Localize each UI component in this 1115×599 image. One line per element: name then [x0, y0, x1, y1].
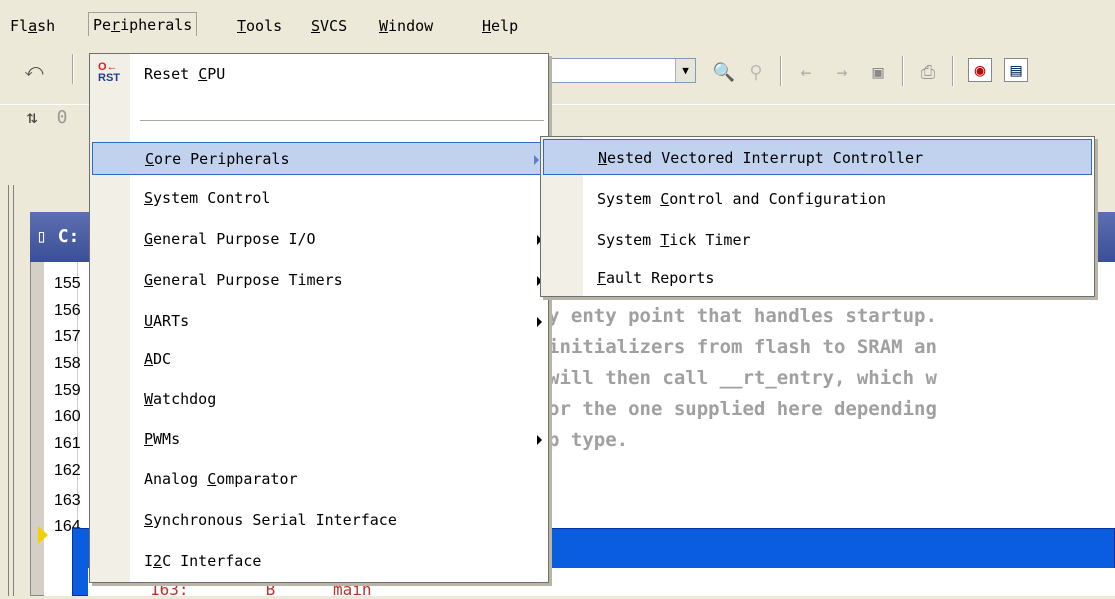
- file-icon: ▯: [36, 226, 58, 247]
- menu-item-ssi[interactable]: Synchronous Serial Interface: [90, 504, 548, 537]
- menu-item-reset-cpu[interactable]: Reset CPU: [90, 58, 548, 91]
- line-number: 156: [54, 302, 81, 319]
- current-line-arrow-icon: [38, 526, 48, 544]
- forward-icon[interactable]: →: [830, 60, 854, 84]
- menu-item-watchdog[interactable]: Watchdog: [90, 383, 548, 416]
- line-number: 157: [54, 328, 81, 345]
- menu-item-pwms[interactable]: PWMs: [90, 423, 548, 456]
- menu-item-analog-comparator[interactable]: Analog Comparator: [90, 463, 548, 496]
- back-icon[interactable]: ←: [794, 60, 818, 84]
- menu-item-gp-timers[interactable]: General Purpose Timers: [90, 264, 548, 297]
- rebuild-icon[interactable]: ⇅: [20, 105, 44, 129]
- peripherals-menu: O← RST Reset CPU Core Peripherals System …: [89, 53, 549, 583]
- find-combo-input[interactable]: ▼: [536, 58, 696, 83]
- submenu-arrow-icon: [537, 435, 542, 445]
- line-number: 162: [54, 462, 81, 479]
- menu-item-gpio[interactable]: General Purpose I/O: [90, 223, 548, 256]
- window-icon[interactable]: ▤: [1004, 58, 1028, 82]
- line-number: 161: [54, 435, 81, 452]
- chevron-down-icon[interactable]: ▼: [675, 59, 695, 82]
- undo-icon[interactable]: ⤺: [22, 58, 46, 82]
- line-number: 159: [54, 382, 81, 399]
- build-icon[interactable]: 0: [50, 105, 74, 129]
- code-line: will then call __rt_entry, which w: [548, 367, 937, 389]
- toolbar-separator: [72, 54, 74, 84]
- submenu-item-system-tick-timer[interactable]: System Tick Timer: [541, 222, 1094, 258]
- splitter-handle[interactable]: [8, 185, 14, 596]
- menu-bar: Flash Peripherals Tools SVCS Window Help: [0, 0, 1115, 40]
- menu-peripherals[interactable]: Peripherals: [88, 12, 198, 36]
- menu-item-adc[interactable]: ADC: [90, 343, 548, 376]
- menu-item-uarts[interactable]: UARTs: [90, 305, 548, 338]
- submenu-arrow-icon: [537, 317, 542, 327]
- menu-help[interactable]: Help: [478, 14, 522, 38]
- core-peripherals-submenu: Nested Vectored Interrupt Controller Sys…: [540, 136, 1095, 297]
- code-line: or the one supplied here depending: [548, 398, 937, 420]
- toolbar-separator: [952, 56, 954, 86]
- menu-separator: [140, 120, 544, 121]
- find-in-files-icon[interactable]: ⚲: [744, 60, 768, 84]
- debug-icon[interactable]: ◉: [968, 58, 992, 82]
- submenu-item-system-control-config[interactable]: System Control and Configuration: [541, 181, 1094, 217]
- menu-item-i2c[interactable]: I2C Interface: [90, 545, 548, 578]
- bookmark-icon[interactable]: ▣: [866, 60, 890, 84]
- line-number: 163: [54, 492, 81, 509]
- menu-tools[interactable]: Tools: [233, 14, 286, 38]
- menu-flash[interactable]: Flash: [6, 14, 59, 38]
- find-icon[interactable]: 🔍: [712, 60, 736, 84]
- menu-item-system-control[interactable]: System Control: [90, 182, 548, 215]
- menu-svcs[interactable]: SVCS: [307, 14, 351, 38]
- code-line: p type.: [548, 429, 629, 451]
- menu-item-core-peripherals[interactable]: Core Peripherals: [92, 142, 546, 175]
- toolbar-separator: [902, 56, 904, 86]
- code-line: initializers from flash to SRAM an: [548, 336, 937, 358]
- submenu-arrow-icon: [534, 155, 539, 165]
- submenu-item-fault-reports[interactable]: Fault Reports: [541, 260, 1094, 296]
- submenu-item-nvic[interactable]: Nested Vectored Interrupt Controller: [543, 139, 1092, 175]
- line-number: 158: [54, 355, 81, 372]
- print-icon[interactable]: ⎙: [916, 60, 940, 84]
- editor-title: C:: [57, 226, 80, 247]
- line-number: 160: [54, 408, 81, 425]
- code-line: y enty point that handles startup.: [548, 305, 937, 327]
- line-number: 155: [54, 275, 81, 292]
- toolbar-separator: [780, 56, 782, 86]
- menu-window[interactable]: Window: [375, 14, 437, 38]
